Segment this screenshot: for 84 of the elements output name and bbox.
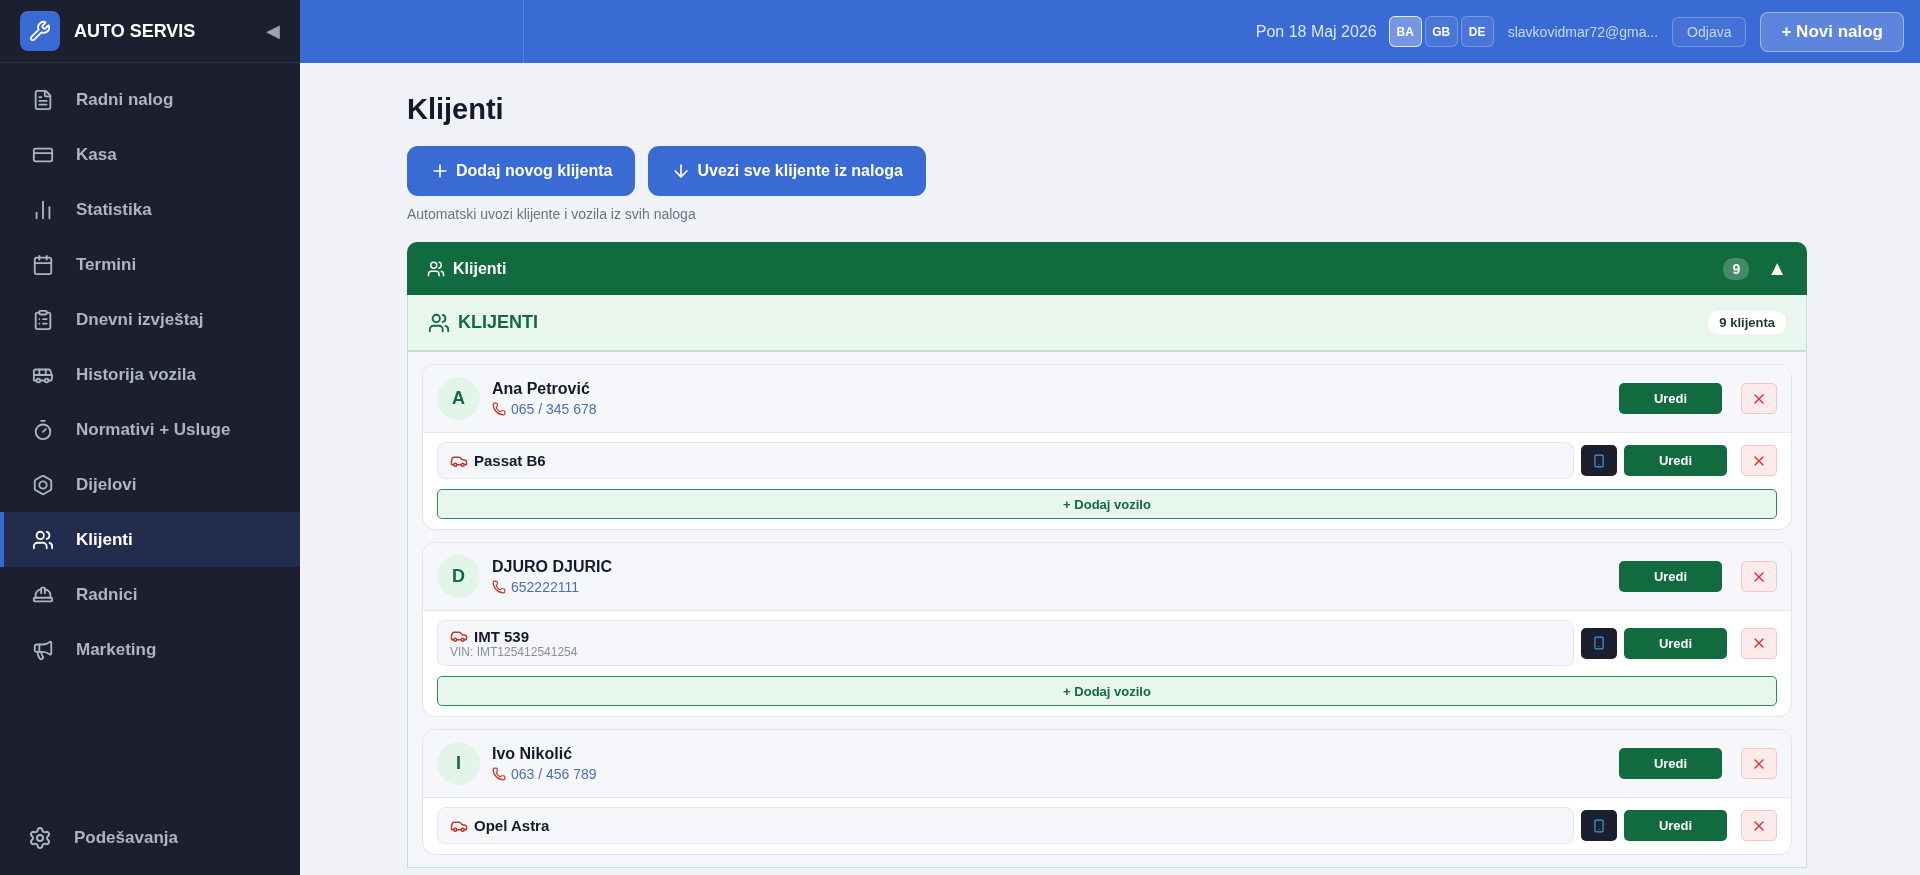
sidebar-item-label: Kasa — [76, 144, 117, 165]
add-vehicle-button[interactable]: + Dodaj vozilo — [437, 489, 1777, 519]
edit-button[interactable]: Uredi — [1624, 627, 1727, 659]
action-button[interactable]: Dodaj novog klijenta — [407, 146, 636, 196]
user-email: slavkovidmar72@gma... — [1507, 23, 1659, 40]
client-phone: 065 / 345 678 — [511, 401, 597, 417]
avatar-initial: I — [437, 742, 480, 785]
client-phone: 652222111 — [511, 579, 579, 595]
sidebar-item[interactable]: Termini — [0, 237, 300, 292]
phone-icon — [492, 580, 506, 594]
smartphone-icon — [1592, 818, 1606, 833]
users-icon — [32, 528, 54, 551]
collapse-toggle[interactable]: ▲ — [1757, 257, 1787, 280]
smartphone-icon — [1592, 636, 1606, 650]
edit-button[interactable]: Uredi — [1619, 561, 1722, 592]
settings-icon — [28, 825, 52, 850]
vehicle-name: Opel Astra — [474, 817, 550, 834]
settings-label: Podešavanja — [74, 827, 178, 848]
users-icon — [427, 259, 445, 278]
phone-button[interactable] — [1581, 627, 1617, 659]
client-name: Ana Petrović — [492, 380, 591, 398]
delete-button[interactable] — [1741, 383, 1777, 414]
collapse-button[interactable]: ◀ — [266, 20, 280, 42]
sidebar-item-label: Dnevni izvještaj — [76, 309, 204, 330]
language-button[interactable]: GB — [1424, 16, 1458, 47]
sidebar-item[interactable]: Marketing — [0, 622, 300, 677]
sidebar-item-label: Radni nalog — [76, 89, 174, 110]
delete-button[interactable] — [1741, 627, 1777, 659]
sidebar-item[interactable]: Klijenti — [0, 512, 300, 567]
sidebar-item-label: Termini — [76, 254, 137, 275]
hint-text: Automatski uvozi klijente i vozila iz svih naloga — [407, 206, 697, 222]
action-button[interactable]: Uvezi sve klijente iz naloga — [648, 146, 926, 196]
client-phone: 063 / 456 789 — [511, 766, 597, 782]
sidebar-item[interactable]: Statistika — [0, 182, 300, 237]
sidebar-item[interactable]: Radnici — [0, 567, 300, 622]
sidebar-item[interactable]: Historija vozila — [0, 347, 300, 402]
sidebar-item-label: Statistika — [76, 199, 152, 220]
delete-button[interactable] — [1741, 748, 1777, 779]
client-count-badge: 9 klijenta — [1708, 311, 1786, 334]
section-title: Klijenti — [453, 259, 508, 278]
delete-button[interactable] — [1741, 561, 1777, 592]
settings-item[interactable]: Podešavanja — [0, 810, 300, 865]
document-icon — [32, 88, 54, 111]
sidebar-item[interactable]: Kasa — [0, 127, 300, 182]
date-text: Pon 18 Maj 2026 — [1255, 22, 1377, 41]
edit-button[interactable]: Uredi — [1624, 445, 1727, 476]
timer-icon — [32, 418, 54, 441]
megaphone-icon — [32, 638, 54, 661]
page-title: Klijenti — [407, 93, 505, 126]
avatar-initial: D — [437, 555, 480, 598]
sidebar-item-label: Klijenti — [76, 529, 133, 550]
delete-button[interactable] — [1741, 445, 1777, 476]
edit-button[interactable]: Uredi — [1619, 748, 1722, 779]
vehicle-name: IMT 539 — [474, 627, 530, 645]
sidebar-item-label: Marketing — [76, 639, 157, 660]
users-icon — [428, 311, 450, 334]
smartphone-icon — [1592, 453, 1606, 468]
count-badge: 9 — [1723, 257, 1750, 280]
add-vehicle-button[interactable]: + Dodaj vozilo — [437, 676, 1777, 706]
client-name: Ivo Nikolić — [492, 745, 574, 763]
phone-icon — [492, 767, 506, 781]
new-order-button[interactable]: + Novi nalog — [1760, 11, 1904, 52]
sidebar-item-label: Normativi + Usluge — [76, 419, 231, 440]
sidebar-item[interactable]: Dnevni izvještaj — [0, 292, 300, 347]
sidebar-item-label: Dijelovi — [76, 474, 137, 495]
edit-button[interactable]: Uredi — [1624, 810, 1727, 841]
sidebar-item-label: Historija vozila — [76, 364, 196, 385]
edit-button[interactable]: Uredi — [1619, 383, 1722, 414]
list-title: KLIJENTI — [458, 312, 539, 333]
wrench-logo-icon — [20, 11, 60, 51]
sidebar-item-label: Radnici — [76, 584, 138, 605]
clipboard-icon — [32, 308, 54, 331]
language-button[interactable]: DE — [1460, 16, 1494, 47]
sidebar-item[interactable]: Normativi + Usluge — [0, 402, 300, 457]
vehicle-name: Passat B6 — [474, 452, 546, 469]
sidebar-item[interactable]: Dijelovi — [0, 457, 300, 512]
calendar-icon — [32, 253, 54, 276]
phone-icon — [492, 402, 506, 416]
app-title: AUTO SERVIS — [74, 20, 197, 42]
vehicle-vin: VIN: IMT125412541254 — [450, 645, 579, 659]
delete-button[interactable] — [1741, 810, 1777, 841]
sidebar-item[interactable]: Radni nalog — [0, 72, 300, 127]
client-name: DJURO DJURIC — [492, 558, 613, 576]
avatar-initial: A — [437, 377, 480, 420]
